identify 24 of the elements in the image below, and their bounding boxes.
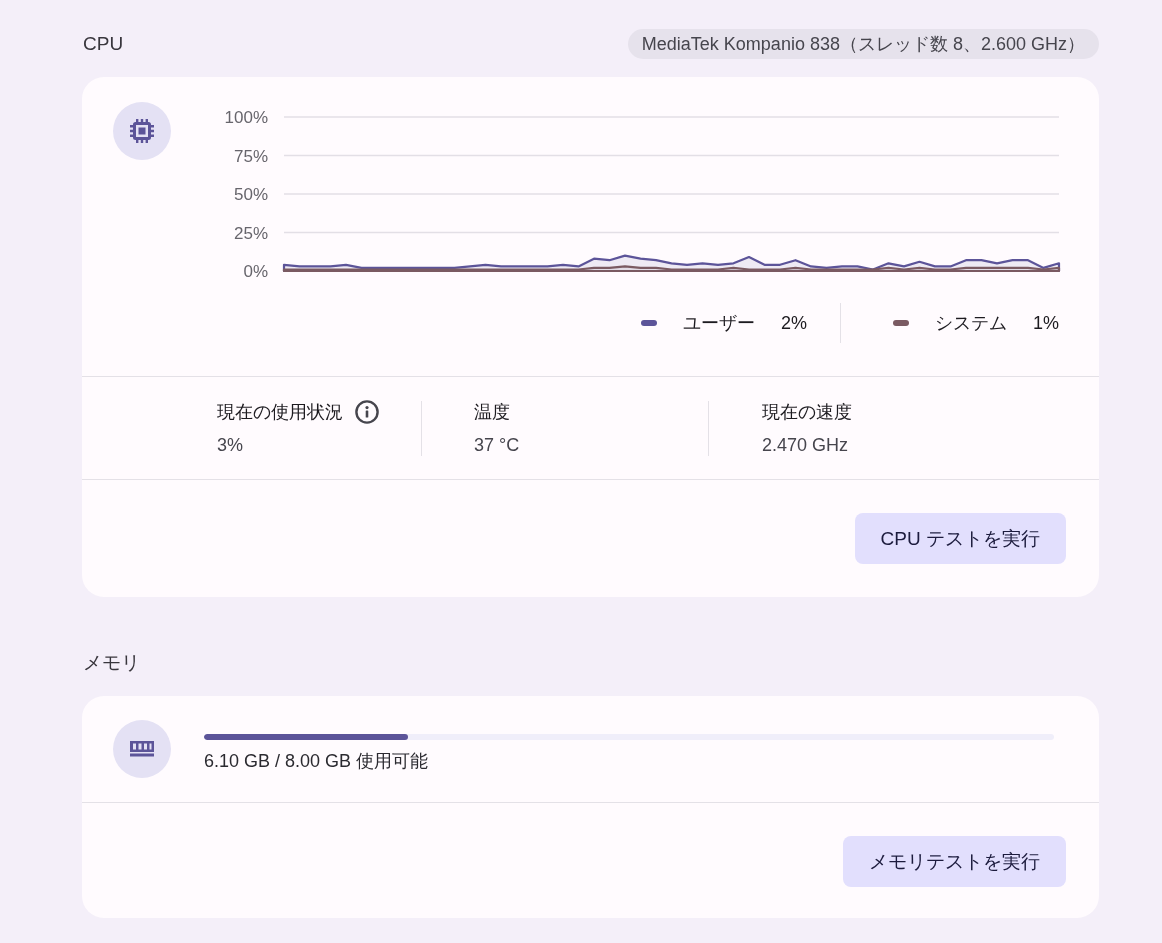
stat-label: 現在の速度 [762,401,852,423]
legend-label: システム [935,312,1007,335]
stat-value: 3% [217,434,243,456]
stat-value: 37 °C [474,434,520,456]
processor-chip-icon [113,102,171,160]
legend-label: ユーザー [682,312,755,335]
processor-info-chip: MediaTek Kompanio 838（スレッド数 8、2.600 GHz） [627,29,1099,59]
memory-module-icon [113,720,171,778]
memory-usage-text: 6.10 GB / 8.00 GB 使用可能 [204,750,429,772]
stat-label: 温度 [474,401,510,423]
run-cpu-test-button[interactable]: CPU テストを実行 [854,513,1066,564]
y-axis-label: 100% [224,108,268,127]
run-memory-test-button[interactable]: メモリテストを実行 [843,836,1066,887]
y-axis-label: 50% [233,185,268,204]
y-axis-label: 25% [233,223,268,243]
stat-value: 2.470 GHz [762,434,849,456]
section-title: CPU [82,33,124,55]
y-axis-label: 75% [233,146,268,166]
legend-value: 1% [1033,312,1059,334]
y-axis-label: 0% [243,262,268,281]
section-title: メモリ [82,651,140,675]
info-icon[interactable] [355,400,379,424]
legend-value: 2% [780,312,807,334]
stat-label: 現在の使用状況 [217,401,343,423]
